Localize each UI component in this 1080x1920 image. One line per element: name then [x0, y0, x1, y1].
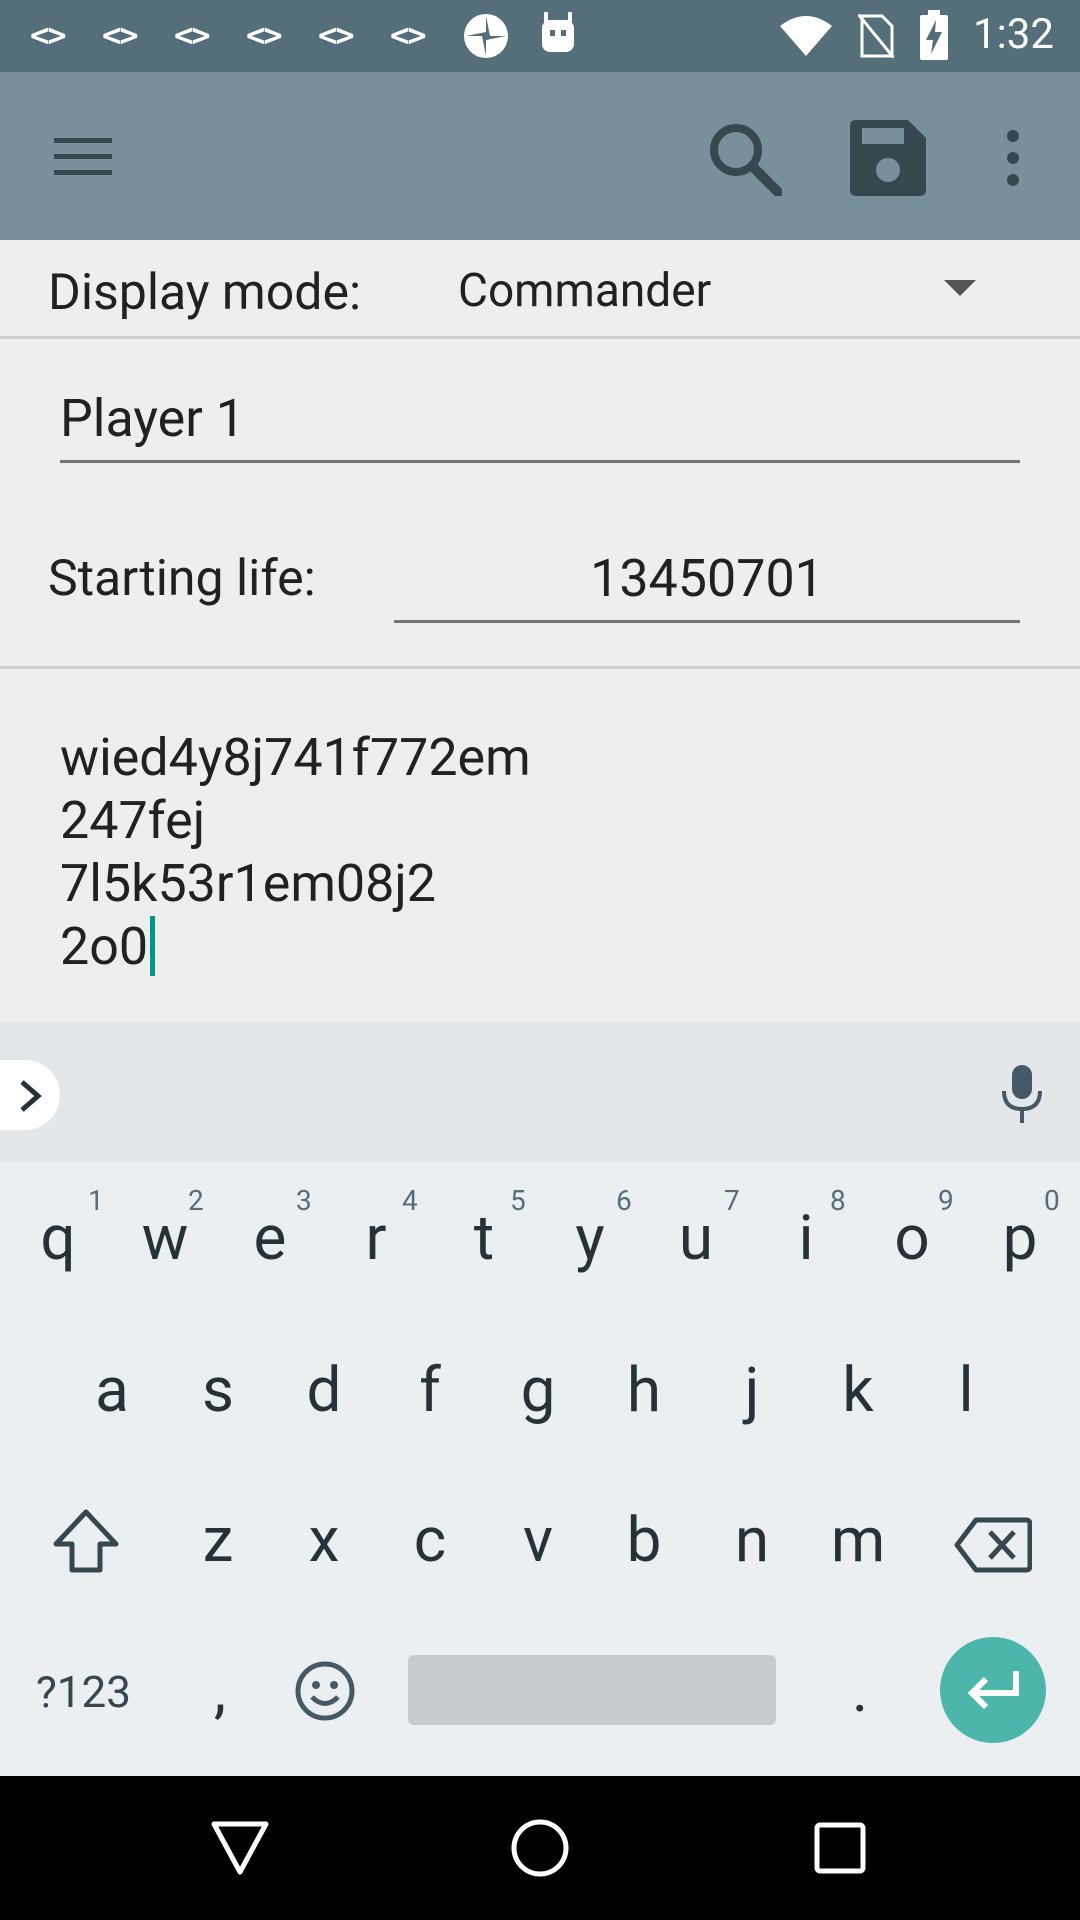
- key-n[interactable]: n: [722, 1504, 782, 1577]
- display-mode-row: Display mode: Commander: [0, 240, 1080, 336]
- key-k[interactable]: k: [828, 1354, 888, 1427]
- player-name-underline: [60, 460, 1020, 463]
- starting-life-input[interactable]: 13450701: [394, 548, 1020, 609]
- home-icon[interactable]: [510, 1818, 570, 1878]
- notification-code-icon: <>: [246, 16, 283, 54]
- key-r[interactable]: r: [346, 1202, 406, 1275]
- android-icon: [542, 12, 574, 52]
- battery-charging-icon: [920, 10, 948, 60]
- status-bar: <> <> <> <> <> <> 1:32: [0, 0, 1080, 72]
- space-bar[interactable]: [408, 1655, 776, 1725]
- pinwheel-icon: [464, 14, 508, 58]
- key-u[interactable]: u: [666, 1202, 726, 1275]
- notes-line: 2o0: [60, 916, 149, 977]
- period-key[interactable]: .: [830, 1654, 890, 1727]
- menu-icon[interactable]: [54, 134, 112, 178]
- enter-icon: [967, 1671, 1019, 1710]
- back-icon[interactable]: [210, 1820, 270, 1876]
- starting-life-underline: [394, 620, 1020, 623]
- dropdown-arrow-icon[interactable]: [944, 280, 976, 296]
- key-hint: 1: [88, 1184, 104, 1217]
- emoji-icon[interactable]: [294, 1660, 356, 1722]
- key-f[interactable]: f: [400, 1354, 460, 1427]
- player-name-input[interactable]: Player 1: [60, 388, 245, 449]
- overflow-menu-icon[interactable]: [1004, 128, 1022, 188]
- key-h[interactable]: h: [614, 1354, 674, 1427]
- notification-code-icon: <>: [30, 16, 67, 54]
- keyboard-suggestion-strip: [0, 1022, 1080, 1162]
- key-e[interactable]: e: [240, 1202, 300, 1275]
- notes-line: 247fej: [60, 790, 206, 851]
- key-l[interactable]: l: [936, 1354, 996, 1427]
- notification-code-icon: <>: [318, 16, 355, 54]
- key-v[interactable]: v: [508, 1504, 568, 1577]
- no-sim-icon: [858, 14, 894, 58]
- backspace-icon[interactable]: [954, 1516, 1032, 1574]
- divider: [0, 336, 1080, 339]
- key-o[interactable]: o: [882, 1202, 942, 1275]
- microphone-icon[interactable]: [1000, 1065, 1044, 1123]
- notification-code-icon: <>: [174, 16, 211, 54]
- chevron-right-icon: [20, 1080, 42, 1112]
- key-t[interactable]: t: [454, 1202, 514, 1275]
- key-s[interactable]: s: [188, 1354, 248, 1427]
- key-d[interactable]: d: [294, 1354, 354, 1427]
- key-hint: 4: [402, 1184, 418, 1217]
- key-m[interactable]: m: [828, 1504, 888, 1577]
- key-hint: 6: [616, 1184, 632, 1217]
- app-toolbar: [0, 72, 1080, 240]
- key-hint: 7: [724, 1184, 740, 1217]
- search-icon[interactable]: [706, 120, 782, 196]
- text-cursor: [150, 916, 156, 976]
- display-mode-label: Display mode:: [48, 264, 362, 322]
- key-b[interactable]: b: [614, 1504, 674, 1577]
- save-icon[interactable]: [850, 120, 926, 196]
- recents-icon[interactable]: [814, 1822, 866, 1874]
- key-hint: 8: [830, 1184, 846, 1217]
- key-p[interactable]: p: [990, 1202, 1050, 1275]
- key-hint: 9: [938, 1184, 954, 1217]
- key-y[interactable]: y: [560, 1202, 620, 1275]
- notification-code-icon: <>: [390, 16, 427, 54]
- key-z[interactable]: z: [188, 1504, 248, 1577]
- key-w[interactable]: w: [135, 1202, 195, 1275]
- shift-icon[interactable]: [52, 1508, 120, 1574]
- starting-life-label: Starting life:: [48, 550, 316, 608]
- key-hint: 3: [296, 1184, 312, 1217]
- notes-line: wied4y8j741f772em: [60, 727, 531, 788]
- status-time: 1:32: [973, 10, 1054, 59]
- notes-textarea[interactable]: wied4y8j741f772em 247fej 7l5k53r1em08j2 …: [60, 726, 531, 978]
- key-hint: 0: [1044, 1184, 1060, 1217]
- key-x[interactable]: x: [294, 1504, 354, 1577]
- symbols-key[interactable]: ?123: [36, 1666, 131, 1718]
- key-q[interactable]: q: [28, 1202, 88, 1275]
- divider: [0, 666, 1080, 669]
- comma-key[interactable]: ,: [190, 1654, 250, 1727]
- key-g[interactable]: g: [508, 1354, 568, 1427]
- notes-line: 7l5k53r1em08j2: [60, 853, 437, 914]
- key-hint: 2: [188, 1184, 204, 1217]
- key-hint: 5: [510, 1184, 526, 1217]
- key-j[interactable]: j: [722, 1354, 782, 1427]
- display-mode-spinner[interactable]: Commander: [458, 264, 711, 318]
- key-c[interactable]: c: [400, 1504, 460, 1577]
- navigation-bar: [0, 1776, 1080, 1920]
- wifi-icon: [780, 16, 832, 56]
- key-a[interactable]: a: [82, 1354, 142, 1427]
- enter-button[interactable]: [940, 1637, 1046, 1743]
- notification-code-icon: <>: [102, 16, 139, 54]
- key-i[interactable]: i: [776, 1202, 836, 1275]
